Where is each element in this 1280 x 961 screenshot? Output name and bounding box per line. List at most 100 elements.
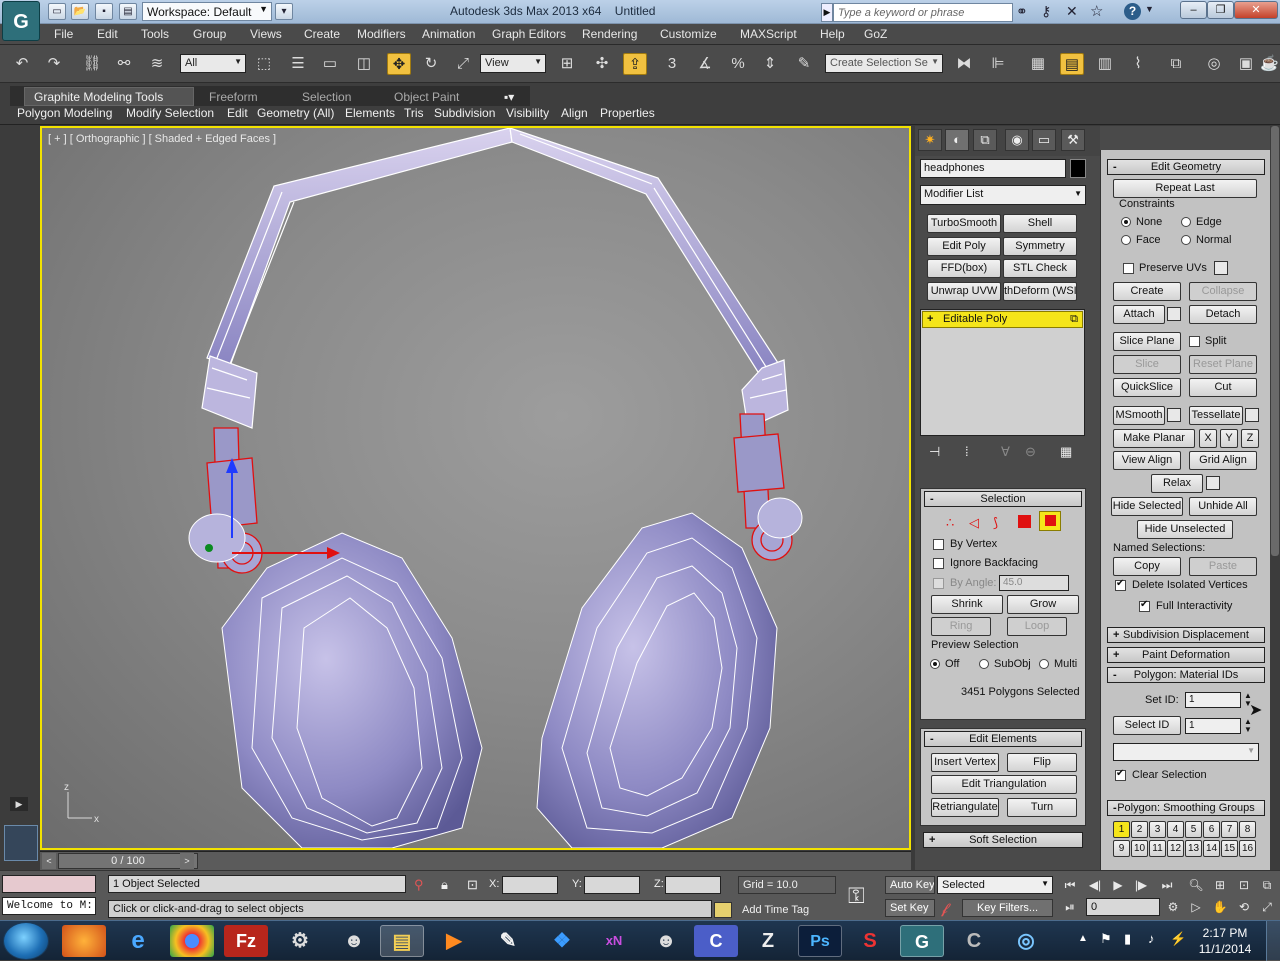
scrollbar-thumb[interactable] [1271,126,1279,556]
msmooth-button[interactable]: MSmooth [1113,406,1165,425]
select-id-field[interactable]: 1 [1185,718,1241,734]
window-crossing-icon[interactable]: ◫ [352,53,376,75]
attach-button[interactable]: Attach [1113,305,1165,324]
zbrush-icon[interactable]: Z [746,925,790,957]
isolate-icon[interactable]: ⚲ [414,877,424,893]
key-mode-dropdown[interactable]: Selected ▼ [937,876,1053,894]
key-filters-button[interactable]: Key Filters... [962,899,1053,917]
power-icon[interactable]: ⚡ [1170,931,1186,947]
scene-explorer-icon[interactable]: ▦ [1026,53,1050,75]
open-file-icon[interactable]: 📂 [71,3,89,20]
menu-modifiers[interactable]: Modifiers [357,27,406,41]
go-to-end-icon[interactable]: ⏭ [1157,876,1177,894]
menu-file[interactable]: File [54,27,73,41]
redo-icon[interactable]: ↷ [42,53,66,75]
modifier-stack[interactable]: + Editable Poly ⧉ [920,309,1085,436]
chevron-down-icon[interactable]: ▼ [1145,4,1154,14]
create-tab-icon[interactable]: ✷ [918,129,942,151]
panel-elements[interactable]: Elements [345,106,395,120]
current-frame-field[interactable]: 0 [1086,898,1160,916]
curve-editor-icon[interactable]: ⌇ [1126,53,1150,75]
auto-key-button[interactable]: Auto Key [885,876,935,894]
render-icon[interactable]: ☕ [1260,53,1279,75]
attach-settings-icon[interactable] [1167,307,1181,321]
turn-button[interactable]: Turn [1007,798,1077,817]
edit-elements-header[interactable]: - Edit Elements [924,731,1082,747]
percent-snap-icon[interactable]: % [726,53,750,75]
by-angle-checkbox[interactable] [933,578,944,589]
delete-isolated-checkbox[interactable] [1115,578,1126,591]
next-frame-icon[interactable]: |▶ [1131,876,1151,894]
vertex-mode-icon[interactable]: ∴ [946,515,954,531]
display-tab-icon[interactable]: ▭ [1032,129,1056,151]
smoothing-group-button[interactable]: 4 [1167,821,1184,838]
paste-button[interactable]: Paste [1189,557,1257,576]
flag-icon[interactable]: ⚑ [1100,931,1112,947]
edit-geometry-header[interactable]: - Edit Geometry [1107,159,1265,175]
select-manipulate-icon[interactable]: ✣ [590,53,614,75]
mirror-icon[interactable]: ⧓ [952,53,976,75]
slice-plane-button[interactable]: Slice Plane [1113,332,1181,351]
internet-explorer-icon[interactable]: e [116,925,160,957]
3dsmax-taskbar-icon[interactable]: G [900,925,944,957]
preserve-uvs-settings-icon[interactable] [1214,261,1228,275]
unwrap-uvw-button[interactable]: Unwrap UVW [927,282,1001,301]
stl-check-button[interactable]: STL Check [1003,259,1077,278]
go-to-start-icon[interactable]: ⏮ [1060,876,1080,894]
by-vertex-checkbox[interactable] [933,539,944,550]
lock-icon[interactable]: 🔒︎ [441,877,448,893]
menu-graph-editors[interactable]: Graph Editors [492,27,566,41]
remove-modifier-icon[interactable]: ⊖ [1025,444,1036,460]
link-icon[interactable]: ⛓ [80,53,104,75]
named-selection-sets-dropdown[interactable]: Create Selection Se ▼ [825,54,943,73]
smoothing-group-button[interactable]: 3 [1149,821,1166,838]
prev-frame-icon[interactable]: ◀| [1085,876,1105,894]
project-icon[interactable]: ▤ [119,3,137,20]
zoom-extents-all-icon[interactable]: ⧉ [1257,876,1277,894]
z-coordinate-field[interactable] [665,876,721,894]
filezilla-icon[interactable]: Fz [224,925,268,957]
selection-filter-dropdown[interactable]: All ▼ [180,54,246,73]
menu-tools[interactable]: Tools [141,27,169,41]
ffd-box-button[interactable]: FFD(box) [927,259,1001,278]
set-key-icon[interactable]: ⚿ [848,883,865,909]
network-icon[interactable]: ▮ [1124,931,1131,947]
schematic-view-icon[interactable]: ⧉ [1164,53,1188,75]
time-prev-icon[interactable]: < [42,853,56,869]
smoothing-group-button[interactable]: 9 [1113,840,1130,857]
relax-settings-icon[interactable] [1206,476,1220,490]
shell-button[interactable]: Shell [1003,214,1077,233]
firefox-icon[interactable] [62,925,106,957]
modify-tab-icon[interactable]: ◐ [945,129,969,151]
hierarchy-tab-icon[interactable]: ⧉ [973,129,997,151]
edit-named-sets-icon[interactable]: ✎ [792,53,816,75]
smoothing-group-button[interactable]: 16 [1239,840,1256,857]
ribbon-options-icon[interactable]: ▪▾ [504,90,514,104]
hide-unselected-button[interactable]: Hide Unselected [1137,520,1233,539]
constraint-edge-radio[interactable] [1181,217,1191,227]
preview-multi-radio[interactable] [1039,659,1049,669]
align-icon[interactable]: ⊫ [986,53,1010,75]
render-setup-icon[interactable]: ▣ [1234,53,1258,75]
viewport-orthographic[interactable]: [ + ] [ Orthographic ] [ Shaded + Edged … [40,126,911,850]
panel-geometry-all[interactable]: Geometry (All) [257,106,334,120]
soft-selection-header[interactable]: + Soft Selection [923,832,1083,848]
view-align-button[interactable]: View Align [1113,451,1181,470]
orbit-icon[interactable]: ⟲ [1234,898,1254,916]
dropbox-icon[interactable]: ❖ [540,925,584,957]
unhide-all-button[interactable]: Unhide All [1189,497,1257,516]
select-object-icon[interactable]: ⬚ [252,53,276,75]
object-color-swatch[interactable] [1070,159,1086,178]
select-by-name-icon[interactable]: ☰ [286,53,310,75]
pivot-center-icon[interactable]: ⊞ [555,53,579,75]
panel-align[interactable]: Align [561,106,588,120]
keyboard-shortcut-override-icon[interactable]: ⇪ [623,53,647,75]
motion-tab-icon[interactable]: ◉ [1005,129,1029,151]
xnview-icon[interactable]: xN [592,925,636,957]
configure-sets-icon[interactable]: ▦ [1060,444,1072,460]
pan-icon[interactable]: ✋ [1210,898,1230,916]
3dsmax-logo-icon[interactable]: G [2,1,40,41]
set-key-button[interactable]: Set Key [885,899,935,917]
split-checkbox[interactable] [1189,336,1200,347]
rect-selection-icon[interactable]: ▭ [318,53,342,75]
